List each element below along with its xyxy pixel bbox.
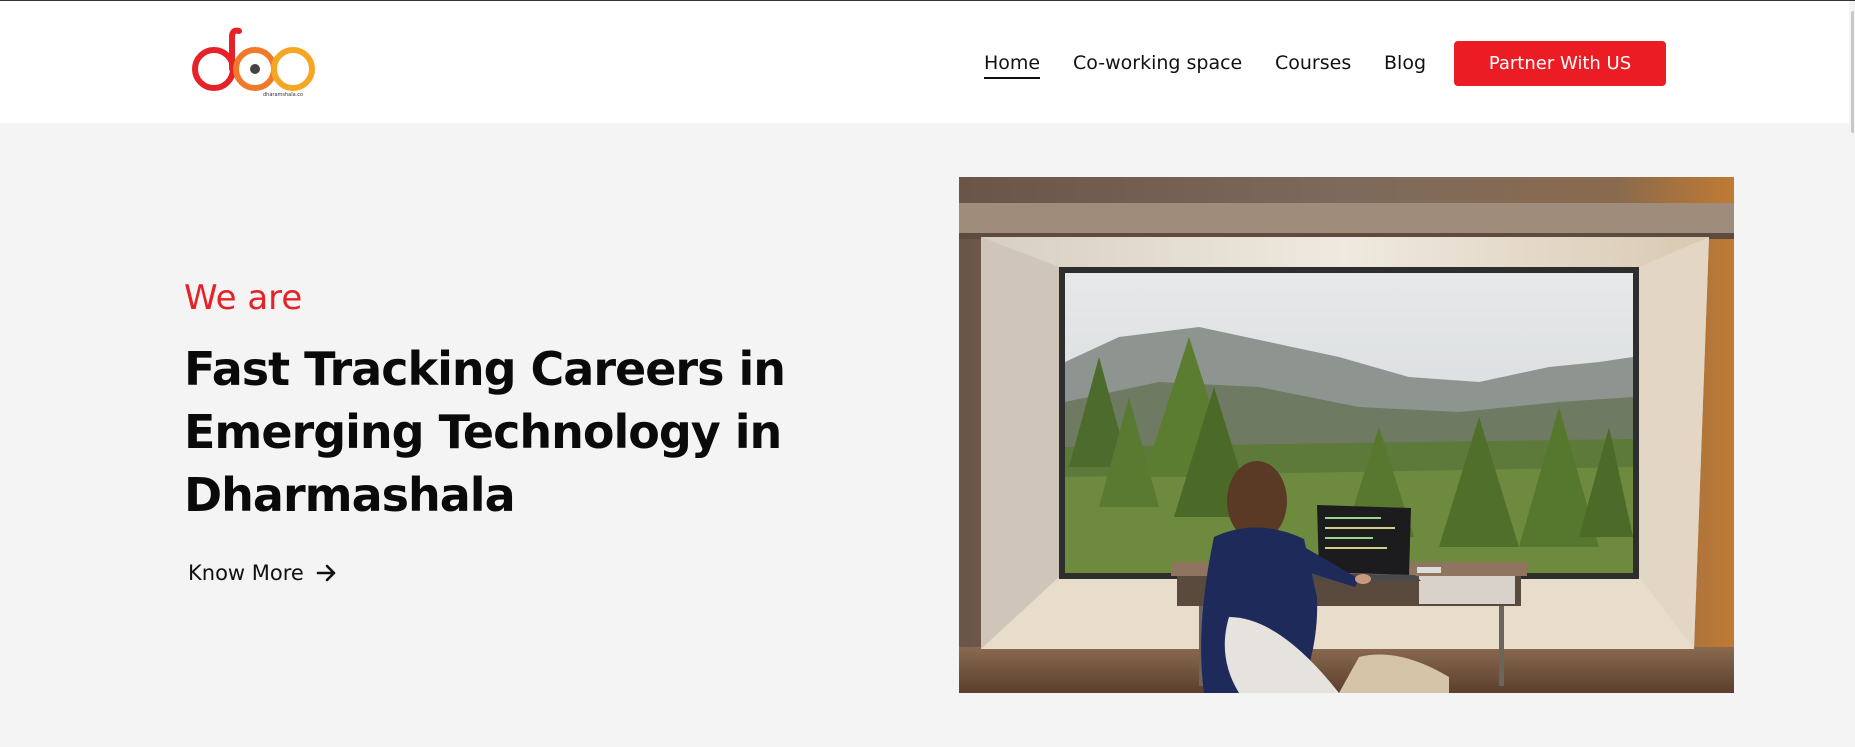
- partner-button[interactable]: Partner With US: [1454, 41, 1666, 86]
- site-header: dharamshala.co Home Co-working space Cou…: [0, 1, 1855, 123]
- page-scrollbar[interactable]: [1849, 1, 1855, 747]
- scrollbar-thumb[interactable]: [1851, 11, 1854, 133]
- nav-courses[interactable]: Courses: [1275, 52, 1351, 74]
- nav-home[interactable]: Home: [984, 52, 1041, 79]
- nav-blog[interactable]: Blog: [1384, 52, 1426, 74]
- know-more-link[interactable]: Know More: [188, 561, 338, 585]
- hero-headline: Fast Tracking Careers in Emerging Techno…: [184, 342, 786, 522]
- hero-image: [959, 177, 1734, 693]
- main-nav: Home Co-working space Courses Blog Partn…: [0, 1, 1855, 123]
- arrow-right-icon: [316, 564, 336, 582]
- nav-home-label: Home: [984, 52, 1041, 74]
- active-underline: [984, 77, 1041, 79]
- nav-coworking[interactable]: Co-working space: [1073, 52, 1242, 74]
- know-more-label: Know More: [188, 561, 304, 585]
- hero-eyebrow: We are: [184, 278, 303, 318]
